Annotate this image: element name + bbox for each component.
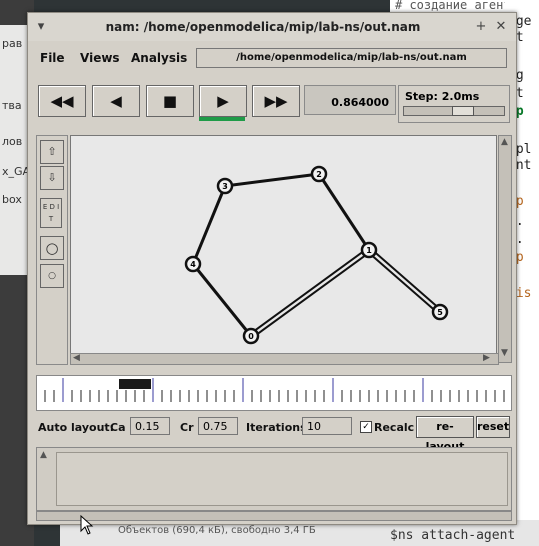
scroll-left-icon[interactable]: ◀ [73,353,80,363]
playback-controls: ◀◀ ◀ ■ ▶ ▶▶ 0.864000 Step: 2.0ms [36,83,510,123]
cr-label: Cr [180,421,194,434]
link-0-1[interactable] [249,247,369,336]
node-label: 0 [248,332,254,341]
bg-left-text: x_GA [2,165,31,178]
bg-left-text: тва [2,99,22,112]
node-5[interactable]: 5 [431,303,449,321]
scroll-down-icon[interactable]: ▼ [501,348,508,358]
menu-bar: File Views Analysis /home/openmodelica/m… [36,46,510,72]
network-topology: 0 1 2 3 4 5 [184,165,449,345]
link-4-0[interactable] [191,263,253,337]
link-3-2[interactable] [224,172,320,188]
close-icon[interactable]: ✕ [494,19,508,34]
menu-analysis[interactable]: Analysis [131,51,187,65]
step-control: Step: 2.0ms [398,85,510,123]
iterations-input[interactable]: 10 [302,417,352,435]
canvas-horizontal-scrollbar[interactable]: ◀ ▶ [70,353,499,365]
network-canvas[interactable]: 0 1 2 3 4 5 [70,135,497,355]
recalc-label: Recalc [374,421,415,434]
scroll-up-icon[interactable]: ▲ [40,450,47,460]
zoom-out-icon[interactable]: ⇩ [40,166,64,190]
ca-label: Ca [110,421,126,434]
fast-forward-button[interactable]: ▶▶ [252,85,300,117]
stop-button[interactable]: ■ [146,85,194,117]
timeline-slider[interactable] [36,375,512,411]
link-2-1[interactable] [317,173,371,251]
reset-button[interactable]: reset [476,416,510,438]
step-slider[interactable] [403,106,505,116]
background-left-panel: рав тва лов x_GA box [0,25,30,275]
annotation-text-area[interactable] [56,452,508,506]
play-active-indicator [199,117,245,121]
timeline-ticks [44,378,505,402]
link-1-5[interactable] [369,247,443,312]
bg-left-text: рав [2,37,23,50]
pin-icon[interactable]: + [474,19,488,34]
auto-layout-controls: Auto layout: Ca 0.15 Cr 0.75 Iterations … [36,415,510,453]
cr-input[interactable]: 0.75 [198,417,238,435]
bg-left-text: box [2,193,22,206]
node-4[interactable]: 4 [184,255,202,273]
title-bar[interactable]: ▾ nam: /home/openmodelica/mip/lab-ns/out… [28,13,516,41]
rewind-button[interactable]: ◀◀ [38,85,86,117]
link-0-1[interactable] [251,250,371,339]
recalc-checkbox[interactable]: ✓ [360,421,372,433]
edit-button[interactable]: E D I T [40,198,62,228]
link-1-5[interactable] [366,250,440,315]
code-text: $ns attach-agent [390,528,516,543]
node-label: 2 [316,170,322,179]
circle-small-icon[interactable]: ○ [40,264,64,288]
node-label: 1 [366,246,372,255]
auto-layout-label: Auto layout: [38,421,115,434]
simulation-time: 0.864000 [304,85,396,115]
ca-input[interactable]: 0.15 [130,417,170,435]
bg-left-text: лов [2,135,23,148]
canvas-vertical-scrollbar[interactable]: ▲ ▼ [498,135,512,363]
scroll-right-icon[interactable]: ▶ [483,353,490,363]
tool-palette: ⇧ ⇩ E D I T ○ ○ [36,135,68,365]
play-button[interactable]: ▶ [199,85,247,117]
nam-window: ▾ nam: /home/openmodelica/mip/lab-ns/out… [27,12,517,525]
node-label: 4 [190,260,196,269]
link-3-4[interactable] [191,185,227,265]
window-title: nam: /home/openmodelica/mip/lab-ns/out.n… [105,20,421,34]
zoom-in-icon[interactable]: ⇧ [40,140,64,164]
annotation-horizontal-scrollbar[interactable] [36,511,512,521]
node-0[interactable]: 0 [242,327,260,345]
relayout-button[interactable]: re-layout [416,416,474,453]
node-1[interactable]: 1 [360,241,378,259]
step-back-button[interactable]: ◀ [92,85,140,117]
step-slider-thumb[interactable] [452,106,474,116]
status-text: Объектов (690,4 кБ), свободно 3,4 ГБ [118,525,316,536]
node-2[interactable]: 2 [310,165,328,183]
node-label: 3 [222,182,228,191]
circle-large-icon[interactable]: ○ [40,236,64,260]
node-3[interactable]: 3 [216,177,234,195]
scroll-up-icon[interactable]: ▲ [501,137,508,147]
step-label: Step: 2.0ms [405,90,480,103]
node-label: 5 [437,308,443,317]
mouse-cursor-icon [80,515,94,535]
iterations-label: Iterations [246,421,307,434]
timeline-marker[interactable] [119,379,151,389]
menu-file[interactable]: File [40,51,65,65]
menu-views[interactable]: Views [80,51,120,65]
file-path-display: /home/openmodelica/mip/lab-ns/out.nam [196,48,507,68]
